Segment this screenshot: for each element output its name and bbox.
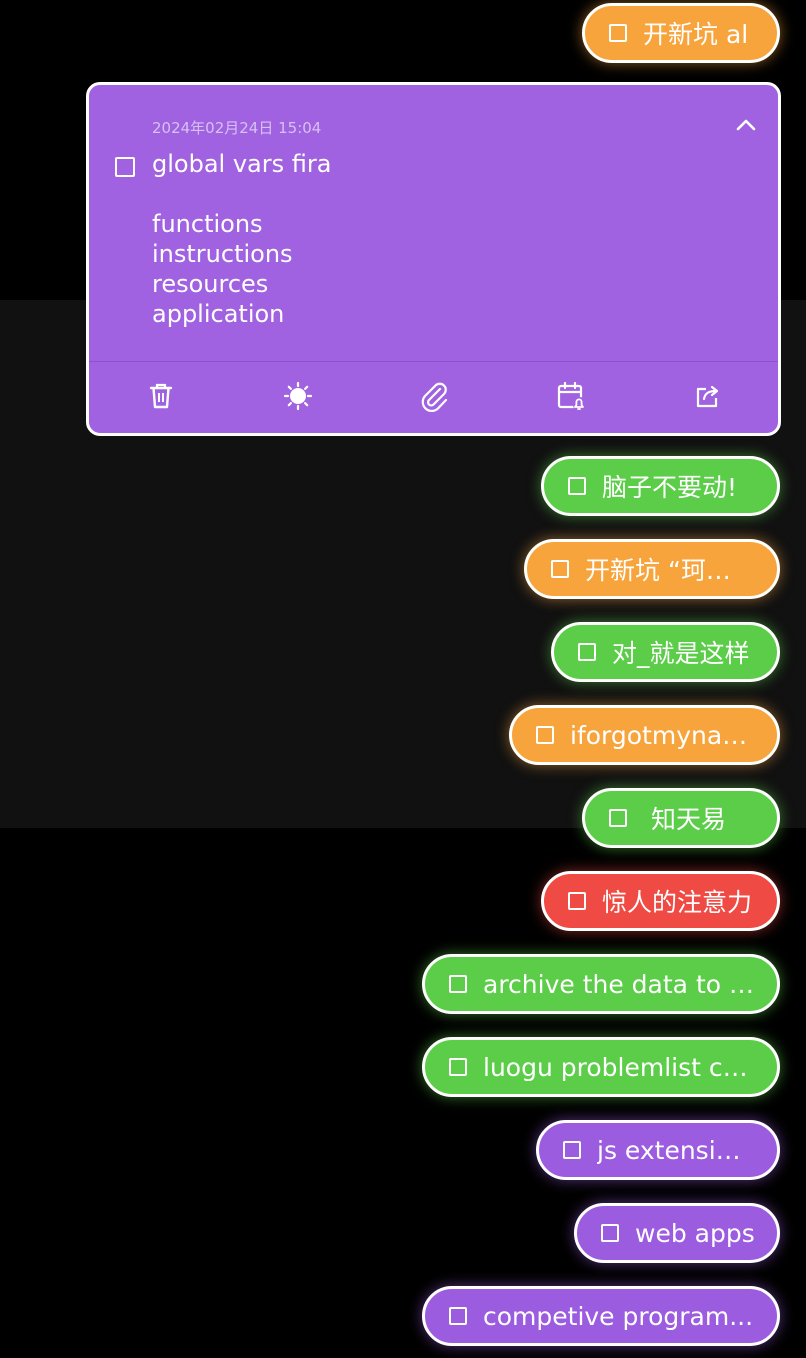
note-chip[interactable]: iforgotmyname: [509, 705, 780, 765]
checkbox[interactable]: [568, 892, 586, 910]
note-chip[interactable]: 惊人的注意力: [541, 871, 780, 931]
checkbox[interactable]: [578, 643, 596, 661]
note-chip[interactable]: 开新坑 al: [582, 3, 780, 63]
color-palette-icon[interactable]: [281, 379, 315, 413]
note-checkbox[interactable]: [115, 157, 135, 177]
note-chip-text: web apps: [635, 1218, 755, 1248]
card-divider: [89, 361, 778, 362]
note-chip-text: luogu problemlist cu...: [483, 1052, 755, 1082]
note-chip[interactable]: 知天易: [582, 788, 780, 848]
checkbox[interactable]: [449, 1058, 467, 1076]
note-chip[interactable]: archive the data to t...: [422, 954, 780, 1014]
note-chip[interactable]: competive program...: [422, 1286, 780, 1346]
note-chip[interactable]: js extensions: [536, 1120, 780, 1180]
checkbox[interactable]: [551, 560, 569, 578]
note-chip-text: competive program...: [483, 1301, 754, 1331]
attachment-icon[interactable]: [417, 379, 451, 413]
note-chip-text: js extensions: [597, 1135, 755, 1165]
note-chip-text: 开新坑 “珂朵莉: [585, 556, 755, 585]
checkbox[interactable]: [601, 1224, 619, 1242]
note-chip[interactable]: luogu problemlist cu...: [422, 1037, 780, 1097]
checkbox[interactable]: [609, 24, 627, 42]
note-chip-text: 脑子不要动!: [602, 473, 738, 502]
checkbox[interactable]: [609, 809, 627, 827]
note-chip-text: 惊人的注意力: [602, 888, 753, 917]
note-chip-text: iforgotmyname: [570, 720, 755, 750]
checkbox[interactable]: [449, 1307, 467, 1325]
chevron-up-icon[interactable]: [734, 113, 758, 137]
note-timestamp: 2024年02月24日 15:04: [152, 119, 322, 137]
note-chip-text: 知天易: [651, 805, 727, 834]
note-chip-text: 对_就是这样: [612, 639, 750, 668]
expanded-note-card[interactable]: 2024年02月24日 15:04 global vars fira funct…: [86, 82, 781, 436]
note-chip[interactable]: web apps: [574, 1203, 780, 1263]
note-chip-text: archive the data to t...: [483, 969, 755, 999]
share-icon[interactable]: [691, 379, 725, 413]
checkbox[interactable]: [568, 477, 586, 495]
checkbox[interactable]: [449, 975, 467, 993]
trash-icon[interactable]: [144, 379, 178, 413]
note-chip[interactable]: 脑子不要动!: [541, 456, 780, 516]
note-chip[interactable]: 开新坑 “珂朵莉: [524, 539, 780, 599]
note-chip-text: 开新坑 al: [643, 20, 749, 49]
checkbox[interactable]: [536, 726, 554, 744]
note-chip[interactable]: 对_就是这样: [551, 622, 780, 682]
checkbox[interactable]: [563, 1141, 581, 1159]
note-body[interactable]: global vars fira functions instructions …: [152, 149, 331, 329]
calendar-reminder-icon[interactable]: [554, 379, 588, 413]
